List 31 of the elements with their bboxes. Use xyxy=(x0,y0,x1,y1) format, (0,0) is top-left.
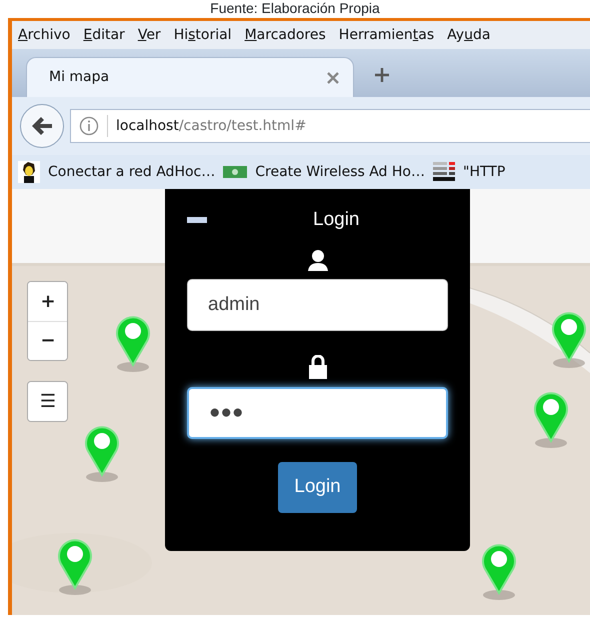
lock-icon xyxy=(308,355,328,379)
person-icon xyxy=(18,161,40,183)
close-icon[interactable] xyxy=(327,72,339,84)
menu-item[interactable]: Ayuda xyxy=(447,24,490,46)
bookmark[interactable]: "HTTP xyxy=(433,162,506,182)
figure-caption: Fuente: Elaboración Propia xyxy=(209,0,381,18)
menu-item[interactable]: Herramientas xyxy=(338,24,434,46)
address-field[interactable]: localhost/castro/test.html# xyxy=(70,109,590,143)
back-arrow-icon xyxy=(31,116,53,136)
tab-title: Mi mapa xyxy=(49,68,110,87)
menu-item[interactable]: Historial xyxy=(174,24,232,46)
username-field[interactable]: admin xyxy=(187,279,448,331)
bars-icon xyxy=(433,162,455,182)
menu-item[interactable]: Ver xyxy=(138,24,161,46)
info-icon xyxy=(79,116,99,136)
bookmark[interactable]: Create Wireless Ad Ho… xyxy=(223,162,425,182)
new-tab-icon[interactable] xyxy=(374,67,390,83)
menu-item[interactable]: Archivo xyxy=(18,24,70,46)
back-button[interactable] xyxy=(20,104,64,148)
menu-item[interactable]: Editar xyxy=(83,24,125,46)
browser-tab[interactable]: Mi mapa xyxy=(26,57,354,97)
url-text: localhost/castro/test.html# xyxy=(116,116,306,136)
banner-icon xyxy=(223,166,248,178)
bookmark[interactable]: Conectar a red AdHoc… xyxy=(18,161,216,183)
zoom-out-button[interactable]: − xyxy=(28,321,67,360)
layers-menu-button[interactable]: ☰ xyxy=(28,382,67,421)
user-icon xyxy=(306,249,328,271)
password-field[interactable]: ●●● xyxy=(187,387,448,439)
menu-item[interactable]: Marcadores xyxy=(244,24,326,46)
login-button[interactable]: Login xyxy=(278,462,357,512)
panel-title: Login xyxy=(313,208,360,232)
